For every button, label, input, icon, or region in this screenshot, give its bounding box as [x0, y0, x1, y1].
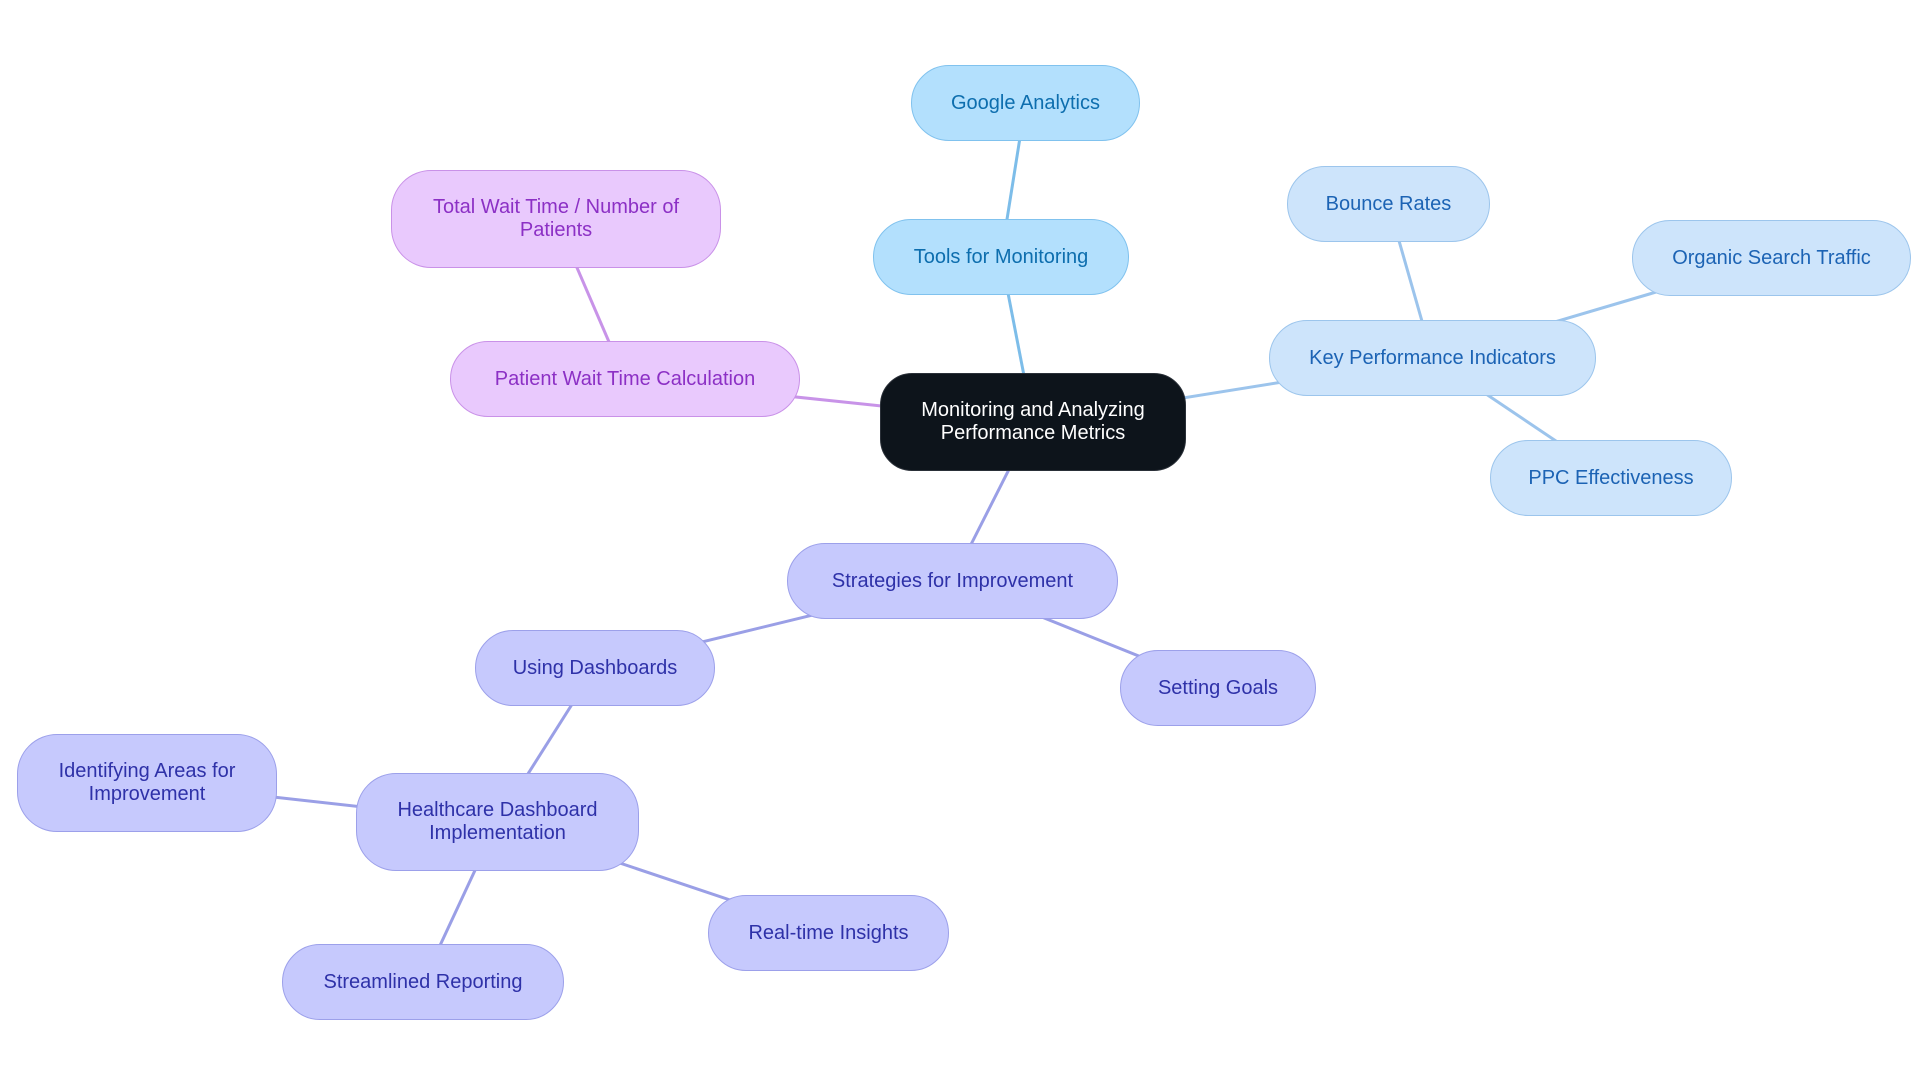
node-setting-goals[interactable]: Setting Goals [1120, 650, 1316, 726]
node-label: Healthcare Dashboard Implementation [397, 799, 598, 844]
node-label: Key Performance Indicators [1309, 346, 1556, 369]
node-identifying-areas-for-improvement[interactable]: Identifying Areas for Improvement [17, 734, 277, 832]
node-label: Organic Search Traffic [1672, 246, 1871, 269]
node-healthcare-dashboard-implementation[interactable]: Healthcare Dashboard Implementation [356, 773, 639, 871]
node-label: Google Analytics [951, 91, 1100, 114]
node-tools-for-monitoring[interactable]: Tools for Monitoring [873, 219, 1129, 295]
node-label: Strategies for Improvement [831, 569, 1074, 592]
node-ppc-effectiveness[interactable]: PPC Effectiveness [1490, 440, 1732, 516]
node-label: Tools for Monitoring [913, 245, 1089, 268]
node-label: Setting Goals [1157, 676, 1279, 699]
node-strategies-for-improvement[interactable]: Strategies for Improvement [787, 543, 1118, 619]
node-label: Identifying Areas for Improvement [58, 760, 236, 805]
node-label: Using Dashboards [512, 656, 678, 679]
root-node-label: Monitoring and Analyzing Performance Met… [921, 399, 1145, 444]
node-label: Bounce Rates [1325, 192, 1452, 215]
node-label: PPC Effectiveness [1528, 466, 1694, 489]
root-node[interactable]: Monitoring and Analyzing Performance Met… [880, 373, 1186, 471]
node-label: Patient Wait Time Calculation [494, 367, 756, 390]
node-patient-wait-time-calculation[interactable]: Patient Wait Time Calculation [450, 341, 800, 417]
node-streamlined-reporting[interactable]: Streamlined Reporting [282, 944, 564, 1020]
node-label: Streamlined Reporting [323, 970, 523, 993]
node-label: Real-time Insights [748, 921, 909, 944]
node-label: Total Wait Time / Number of Patients [433, 196, 679, 241]
node-google-analytics[interactable]: Google Analytics [911, 65, 1140, 141]
node-real-time-insights[interactable]: Real-time Insights [708, 895, 949, 971]
node-organic-search-traffic[interactable]: Organic Search Traffic [1632, 220, 1911, 296]
edge-layer [146, 102, 1772, 983]
node-bounce-rates[interactable]: Bounce Rates [1287, 166, 1490, 242]
node-key-performance-indicators[interactable]: Key Performance Indicators [1269, 320, 1596, 396]
node-using-dashboards[interactable]: Using Dashboards [475, 630, 715, 706]
node-wait-time-formula[interactable]: Total Wait Time / Number of Patients [391, 170, 721, 268]
